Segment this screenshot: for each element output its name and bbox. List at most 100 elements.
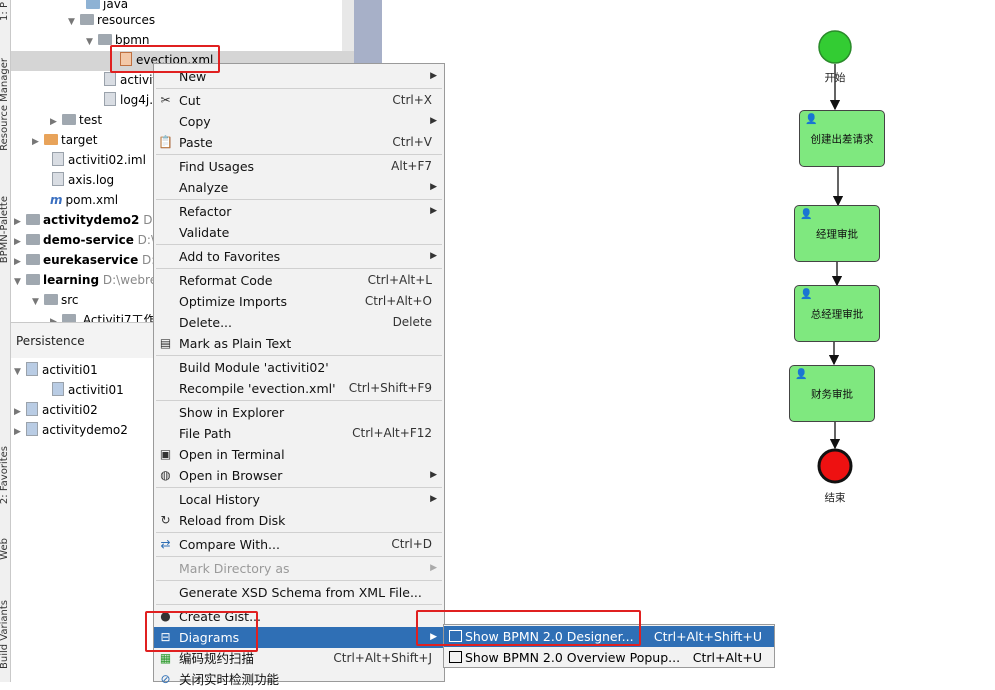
bpmn-task[interactable]: 👤 经理审批 (794, 205, 880, 262)
menu-item-cut[interactable]: ✂ Cut Ctrl+X (154, 90, 444, 111)
submenu-arrow-icon: ▶ (430, 494, 437, 504)
terminal-icon: ▣ (159, 447, 172, 461)
strip-tab-build-variants[interactable]: Build Variants (0, 600, 10, 669)
folder-icon (80, 14, 94, 25)
submenu-item-show-bpmn-designer[interactable]: Show BPMN 2.0 Designer... Ctrl+Alt+Shift+… (444, 626, 774, 647)
end-event-label: 结束 (824, 492, 846, 504)
tree-row-axis-log[interactable]: axis.log (52, 170, 114, 190)
tree-row-test[interactable]: ▶ test (50, 110, 102, 130)
chevron-down-icon[interactable]: ▼ (14, 272, 26, 292)
chevron-down-icon[interactable]: ▼ (86, 32, 98, 52)
chevron-right-icon[interactable]: ▶ (14, 252, 26, 272)
bpmn-task[interactable]: 👤 财务审批 (789, 365, 875, 422)
tree-row-demo-service[interactable]: ▶ demo-service D:\ (14, 230, 155, 250)
menu-item-optimize-imports[interactable]: Optimize Imports Ctrl+Alt+O (154, 291, 444, 312)
tree-row-resources[interactable]: ▼ resources (68, 10, 155, 30)
tree-row-target[interactable]: ▶ target (32, 130, 98, 150)
tree-row-log4j[interactable]: log4j. (104, 90, 153, 110)
user-task-icon: 👤 (805, 114, 818, 125)
chevron-down-icon[interactable]: ▼ (32, 292, 44, 312)
menu-item-refactor[interactable]: Refactor ▶ (154, 201, 444, 222)
config-file-icon (104, 72, 116, 86)
menu-item-generate-xsd[interactable]: Generate XSD Schema from XML File... (154, 582, 444, 603)
menu-item-reload-from-disk[interactable]: ↻ Reload from Disk (154, 510, 444, 531)
menu-item-add-to-favorites[interactable]: Add to Favorites ▶ (154, 246, 444, 267)
menu-separator (156, 532, 442, 533)
menu-item-reformat-code[interactable]: Reformat Code Ctrl+Alt+L (154, 270, 444, 291)
chevron-down-icon[interactable]: ▼ (14, 362, 26, 382)
menu-item-show-in-explorer[interactable]: Show in Explorer (154, 402, 444, 423)
persistence-item[interactable]: ▶ activitydemo2 (14, 420, 128, 440)
module-icon (26, 274, 40, 285)
reload-icon: ↻ (160, 513, 171, 527)
end-event[interactable] (817, 448, 853, 484)
diagram-icon (449, 651, 462, 663)
persistence-item[interactable]: ▶ activiti02 (14, 400, 98, 420)
menu-item-analyze[interactable]: Analyze ▶ (154, 177, 444, 198)
menu-item-copy[interactable]: Copy ▶ (154, 111, 444, 132)
menu-item-paste[interactable]: 📋 Paste Ctrl+V (154, 132, 444, 153)
menu-separator (156, 244, 442, 245)
tree-row-activitydemo2[interactable]: ▶ activitydemo2 D: (14, 210, 157, 230)
unit-icon (26, 402, 38, 416)
tree-row-iml[interactable]: activiti02.iml (52, 150, 146, 170)
menu-separator (156, 199, 442, 200)
chevron-right-icon[interactable]: ▶ (14, 212, 26, 232)
folder-icon (44, 134, 58, 145)
menu-item-open-browser[interactable]: ◍ Open in Browser ▶ (154, 465, 444, 486)
submenu-arrow-icon: ▶ (430, 251, 437, 261)
menu-item-file-path[interactable]: File Path Ctrl+Alt+F12 (154, 423, 444, 444)
chevron-right-icon[interactable]: ▶ (50, 112, 62, 132)
menu-item-delete[interactable]: Delete... Delete (154, 312, 444, 333)
chevron-right-icon[interactable]: ▶ (14, 232, 26, 252)
menu-item-local-history[interactable]: Local History ▶ (154, 489, 444, 510)
tree-row-eurekaservice[interactable]: ▶ eurekaservice D:\ (14, 250, 159, 270)
folder-icon (86, 0, 100, 9)
menu-item-diagrams[interactable]: ⊟ Diagrams ▶ (154, 627, 444, 648)
strip-tab-web[interactable]: Web (0, 538, 10, 560)
chevron-down-icon[interactable]: ▼ (68, 12, 80, 32)
strip-tab-favorites[interactable]: 2: Favorites (0, 446, 10, 504)
diagrams-submenu: Show BPMN 2.0 Designer... Ctrl+Alt+Shift+… (443, 624, 775, 668)
submenu-item-show-bpmn-overview[interactable]: Show BPMN 2.0 Overview Popup... Ctrl+Alt+… (444, 647, 774, 668)
strip-tab-project[interactable]: 1: P (0, 2, 10, 21)
chevron-right-icon[interactable]: ▶ (32, 132, 44, 152)
start-event[interactable] (818, 30, 852, 64)
menu-item-find-usages[interactable]: Find Usages Alt+F7 (154, 156, 444, 177)
menu-item-open-terminal[interactable]: ▣ Open in Terminal (154, 444, 444, 465)
submenu-arrow-icon: ▶ (430, 206, 437, 216)
menu-item-compare-with[interactable]: ⇄ Compare With... Ctrl+D (154, 534, 444, 555)
module-icon (26, 234, 40, 245)
menu-item-disable-realtime-check[interactable]: ⊘ 关闭实时检测功能 (154, 669, 444, 690)
tree-row-activiti-cfg[interactable]: activit (104, 70, 157, 90)
strip-tab-bpmn-palette[interactable]: BPMN-Palette (0, 196, 10, 263)
tree-row-pom[interactable]: m pom.xml (50, 190, 118, 210)
menu-separator (156, 580, 442, 581)
unit-icon (26, 362, 38, 376)
menu-item-code-scan[interactable]: ▦ 编码规约扫描 Ctrl+Alt+Shift+J (154, 648, 444, 669)
menu-item-recompile[interactable]: Recompile 'evection.xml' Ctrl+Shift+F9 (154, 378, 444, 399)
menu-item-build-module[interactable]: Build Module 'activiti02' (154, 357, 444, 378)
menu-item-validate[interactable]: Validate (154, 222, 444, 243)
tree-row-src[interactable]: ▼ src (32, 290, 79, 310)
tree-row-bpmn[interactable]: ▼ bpmn (86, 30, 150, 50)
menu-item-mark-plain-text[interactable]: ▤ Mark as Plain Text (154, 333, 444, 354)
bpmn-task[interactable]: 👤 创建出差请求 (799, 110, 885, 167)
strip-tab-resource-manager[interactable]: Resource Manager (0, 58, 10, 151)
maven-icon: m (50, 193, 63, 207)
chevron-right-icon[interactable]: ▶ (14, 402, 26, 422)
menu-item-create-gist[interactable]: ● Create Gist... (154, 606, 444, 627)
diagram-icon: ⊟ (160, 630, 171, 644)
menu-item-new[interactable]: New ▶ (154, 66, 444, 87)
folder-icon (44, 294, 58, 305)
scan-icon: ▦ (159, 651, 172, 665)
bpmn-task[interactable]: 👤 总经理审批 (794, 285, 880, 342)
persistence-item[interactable]: activiti01 (52, 380, 124, 400)
user-task-icon: 👤 (795, 369, 808, 380)
persistence-item[interactable]: ▼ activiti01 (14, 360, 98, 380)
menu-separator (156, 556, 442, 557)
chevron-right-icon[interactable]: ▶ (14, 422, 26, 442)
tree-row-learning[interactable]: ▼ learning D:\webre (14, 270, 157, 290)
submenu-arrow-icon: ▶ (430, 182, 437, 192)
plain-text-icon: ▤ (159, 336, 172, 350)
